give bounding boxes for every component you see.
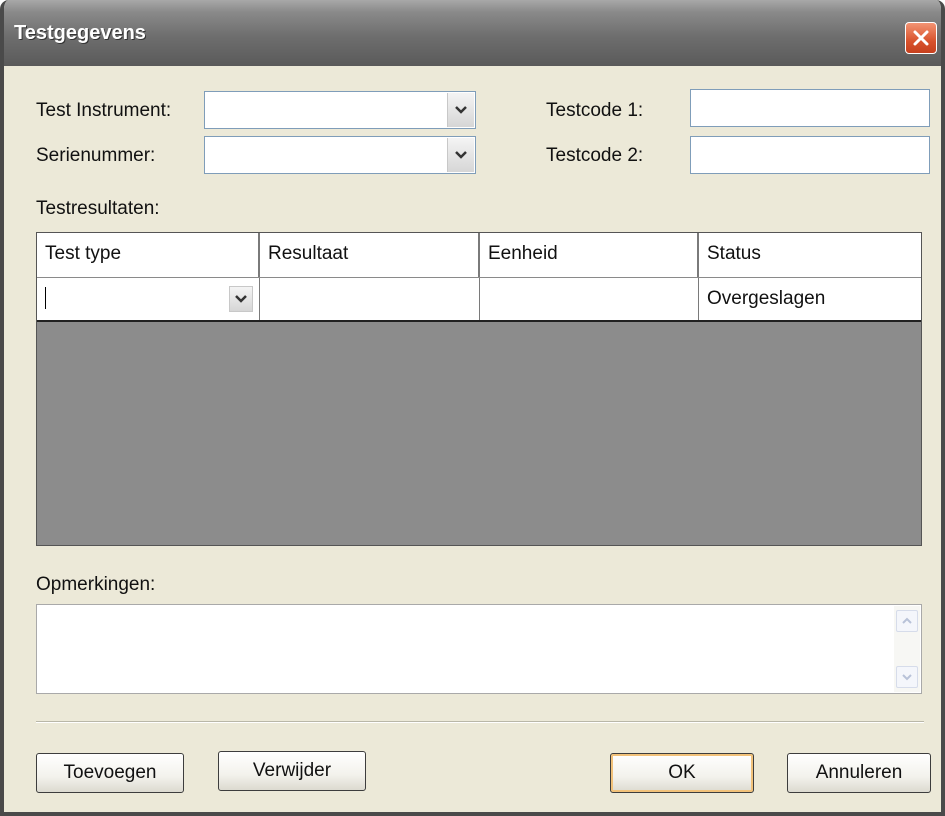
title-bar[interactable]: Testgegevens <box>4 0 941 66</box>
serial-number-combo[interactable] <box>204 136 476 174</box>
remarks-textarea[interactable] <box>36 604 922 694</box>
remarks-scrollbar[interactable] <box>894 606 920 692</box>
cell-test-type[interactable] <box>37 278 260 320</box>
remove-button[interactable]: Verwijder <box>218 751 366 791</box>
column-header-unit[interactable]: Eenheid <box>480 233 699 277</box>
chevron-down-icon <box>235 295 247 303</box>
cell-status-value: Overgeslagen <box>707 288 826 309</box>
testcode-2-field[interactable] <box>690 136 930 174</box>
testcode-1-label: Testcode 1: <box>546 100 644 121</box>
close-icon <box>913 30 929 46</box>
test-results-grid[interactable]: Test type Resultaat Eenheid Status Overg… <box>36 232 922 546</box>
serial-number-label: Serienummer: <box>36 145 156 166</box>
chevron-down-icon <box>902 674 912 681</box>
add-button[interactable]: Toevoegen <box>36 753 184 793</box>
chevron-up-icon <box>902 617 912 624</box>
grid-header: Test type Resultaat Eenheid Status <box>37 233 921 278</box>
testcode-1-field[interactable] <box>690 89 930 127</box>
test-instrument-dropdown-button[interactable] <box>447 93 474 127</box>
cell-result[interactable] <box>260 278 480 320</box>
ok-button[interactable]: OK <box>610 753 754 793</box>
chevron-down-icon <box>455 106 467 114</box>
column-header-result[interactable]: Resultaat <box>260 233 480 277</box>
column-header-test-type[interactable]: Test type <box>37 233 260 277</box>
chevron-down-icon <box>455 151 467 159</box>
table-row[interactable]: Overgeslagen <box>37 278 921 322</box>
divider <box>36 721 924 723</box>
window-title: Testgegevens <box>14 22 146 44</box>
text-caret <box>45 287 46 309</box>
cell-unit[interactable] <box>480 278 699 320</box>
test-instrument-label: Test Instrument: <box>36 100 172 121</box>
column-header-status[interactable]: Status <box>699 233 921 277</box>
test-results-label: Testresultaten: <box>36 198 160 219</box>
cell-status[interactable]: Overgeslagen <box>699 278 921 320</box>
remarks-label: Opmerkingen: <box>36 574 156 595</box>
scroll-down-button[interactable] <box>896 666 918 688</box>
test-type-dropdown-button[interactable] <box>229 286 253 312</box>
close-button[interactable] <box>905 22 937 54</box>
test-instrument-combo[interactable] <box>204 91 476 129</box>
cancel-button[interactable]: Annuleren <box>787 753 931 793</box>
testcode-2-label: Testcode 2: <box>546 145 644 166</box>
scroll-up-button[interactable] <box>896 610 918 632</box>
serial-number-dropdown-button[interactable] <box>447 138 474 172</box>
